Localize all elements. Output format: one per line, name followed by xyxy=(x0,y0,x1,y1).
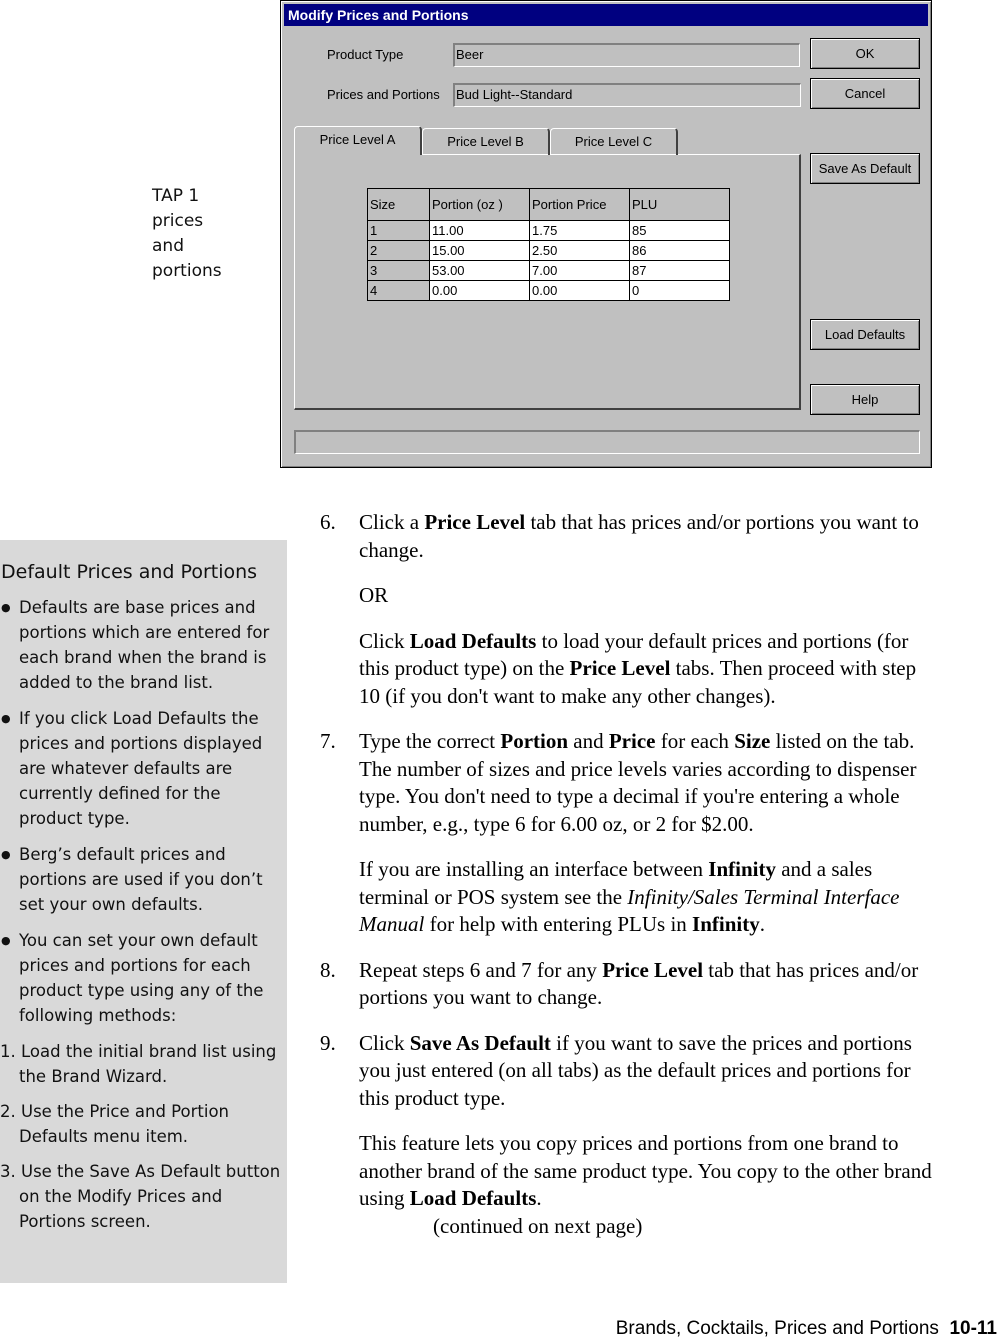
text: . xyxy=(759,912,765,936)
size-cell: 1 xyxy=(367,220,430,241)
step-number: 7. xyxy=(320,729,336,753)
tab-price-level-a[interactable]: Price Level A xyxy=(294,126,422,155)
price-cell[interactable]: 0.00 xyxy=(529,280,630,301)
portion-cell[interactable]: 15.00 xyxy=(429,240,530,261)
sidebar-note: Default Prices and Portions Defaults are… xyxy=(0,540,287,1283)
step: 7. Type the correct Portion and Price for… xyxy=(320,728,940,838)
emphasis: Price Level xyxy=(424,510,526,534)
text: for each xyxy=(655,729,735,753)
sidebar-bullet: If you click Load Defaults the prices an… xyxy=(0,706,281,831)
size-cell: 3 xyxy=(367,260,430,281)
prices-portions-label: Prices and Portions xyxy=(327,87,440,102)
paragraph: Click Load Defaults to load your default… xyxy=(320,628,940,711)
page-number: 10-11 xyxy=(949,1318,997,1339)
step-number: 8. xyxy=(320,957,336,982)
portion-cell[interactable]: 11.00 xyxy=(429,220,530,241)
text: If you are installing an interface betwe… xyxy=(359,857,709,881)
instructions: 6. Click a Price Level tab that has price… xyxy=(320,509,940,1240)
header-portion-price: Portion Price xyxy=(529,188,630,221)
step-number: 9. xyxy=(320,1030,336,1055)
help-button[interactable]: Help xyxy=(810,384,920,415)
step: 6. Click a Price Level tab that has price… xyxy=(320,509,940,564)
status-bar xyxy=(294,430,920,454)
emphasis: Load Defaults xyxy=(409,628,537,653)
price-cell[interactable]: 7.00 xyxy=(529,260,630,281)
size-cell: 2 xyxy=(367,240,430,261)
step: 8. Repeat steps 6 and 7 for any Price Lev… xyxy=(320,957,940,1012)
text: Click xyxy=(359,1030,410,1055)
emphasis: Load Defaults xyxy=(409,1186,537,1210)
header-size: Size xyxy=(367,188,430,221)
emphasis: Infinity xyxy=(708,857,776,881)
text: and xyxy=(568,729,609,753)
sidebar-method: 2. Use the Price and Portion Defaults me… xyxy=(0,1102,230,1146)
emphasis: Size xyxy=(734,729,771,753)
text: . xyxy=(536,1186,542,1210)
price-cell[interactable]: 2.50 xyxy=(529,240,630,261)
modify-prices-dialog: Modify Prices and Portions Product Type … xyxy=(280,0,932,468)
dialog-title: Modify Prices and Portions xyxy=(284,4,928,26)
text: Click a xyxy=(359,510,425,534)
sidebar-bullet: Defaults are base prices and portions wh… xyxy=(0,595,281,695)
margin-note-line: TAP 1 xyxy=(152,186,200,206)
plu-cell[interactable]: 0 xyxy=(629,280,730,301)
product-type-label: Product Type xyxy=(327,47,404,62)
paragraph: If you are installing an interface betwe… xyxy=(320,856,940,939)
text: OR xyxy=(359,583,389,607)
table-row: 1 11.00 1.75 85 xyxy=(367,220,730,241)
paragraph: This feature lets you copy prices and po… xyxy=(320,1130,940,1213)
plu-cell[interactable]: 86 xyxy=(629,240,730,261)
tab-price-level-b[interactable]: Price Level B xyxy=(422,128,550,155)
text: Type the correct xyxy=(359,729,501,753)
continued-note: (continued on next page) xyxy=(433,1213,643,1238)
step: 9. Click Save As Default if you want to s… xyxy=(320,1030,940,1113)
header-portion: Portion (oz ) xyxy=(429,188,530,221)
prices-portions-field[interactable]: Bud Light--Standard xyxy=(453,83,801,107)
ok-button[interactable]: OK xyxy=(810,38,920,69)
footer-text: Brands, Cocktails, Prices and Portions xyxy=(615,1318,939,1339)
margin-note-line: and xyxy=(152,236,184,256)
emphasis: Portion xyxy=(500,729,569,753)
margin-note-line: portions xyxy=(152,261,222,281)
sidebar-method: 1. Load the initial brand list using the… xyxy=(0,1042,277,1086)
price-table: Size Portion (oz ) Portion Price PLU 1 11… xyxy=(367,188,730,301)
table-row: 3 53.00 7.00 87 xyxy=(367,260,730,281)
emphasis: Infinity xyxy=(692,912,760,936)
text: for help with entering PLUs in xyxy=(424,912,693,936)
load-defaults-button[interactable]: Load Defaults xyxy=(810,319,920,350)
header-plu: PLU xyxy=(629,188,730,221)
step-number: 6. xyxy=(320,510,336,534)
emphasis: Price Level xyxy=(602,957,704,982)
sidebar-bullet: Berg’s default prices and portions are u… xyxy=(0,842,281,917)
plu-cell[interactable]: 85 xyxy=(629,220,730,241)
size-cell: 4 xyxy=(367,280,430,301)
plu-cell[interactable]: 87 xyxy=(629,260,730,281)
price-cell[interactable]: 1.75 xyxy=(529,220,630,241)
table-row: 2 15.00 2.50 86 xyxy=(367,240,730,261)
portion-cell[interactable]: 0.00 xyxy=(429,280,530,301)
cancel-button[interactable]: Cancel xyxy=(810,78,920,109)
emphasis: Save As Default xyxy=(409,1030,551,1055)
tab-price-level-c[interactable]: Price Level C xyxy=(550,128,678,155)
sidebar-title: Default Prices and Portions xyxy=(1,561,258,583)
portion-cell[interactable]: 53.00 xyxy=(429,260,530,281)
product-type-field[interactable]: Beer xyxy=(453,43,800,67)
sidebar-bullet: You can set your own default prices and … xyxy=(0,928,281,1028)
save-as-default-button[interactable]: Save As Default xyxy=(810,153,920,184)
text: Click xyxy=(359,628,410,653)
margin-note-line: prices xyxy=(152,211,204,231)
table-row: 4 0.00 0.00 0 xyxy=(367,280,730,301)
text: Repeat steps 6 and 7 for any xyxy=(359,957,603,982)
page-footer: Brands, Cocktails, Prices and Portions 1… xyxy=(616,1318,997,1340)
sidebar-method: 3. Use the Save As Default button on the… xyxy=(0,1162,281,1231)
emphasis: Price Level xyxy=(569,656,671,680)
emphasis: Price xyxy=(608,729,656,753)
paragraph: OR xyxy=(320,582,940,610)
margin-note: TAP 1 prices and portions xyxy=(152,184,222,284)
